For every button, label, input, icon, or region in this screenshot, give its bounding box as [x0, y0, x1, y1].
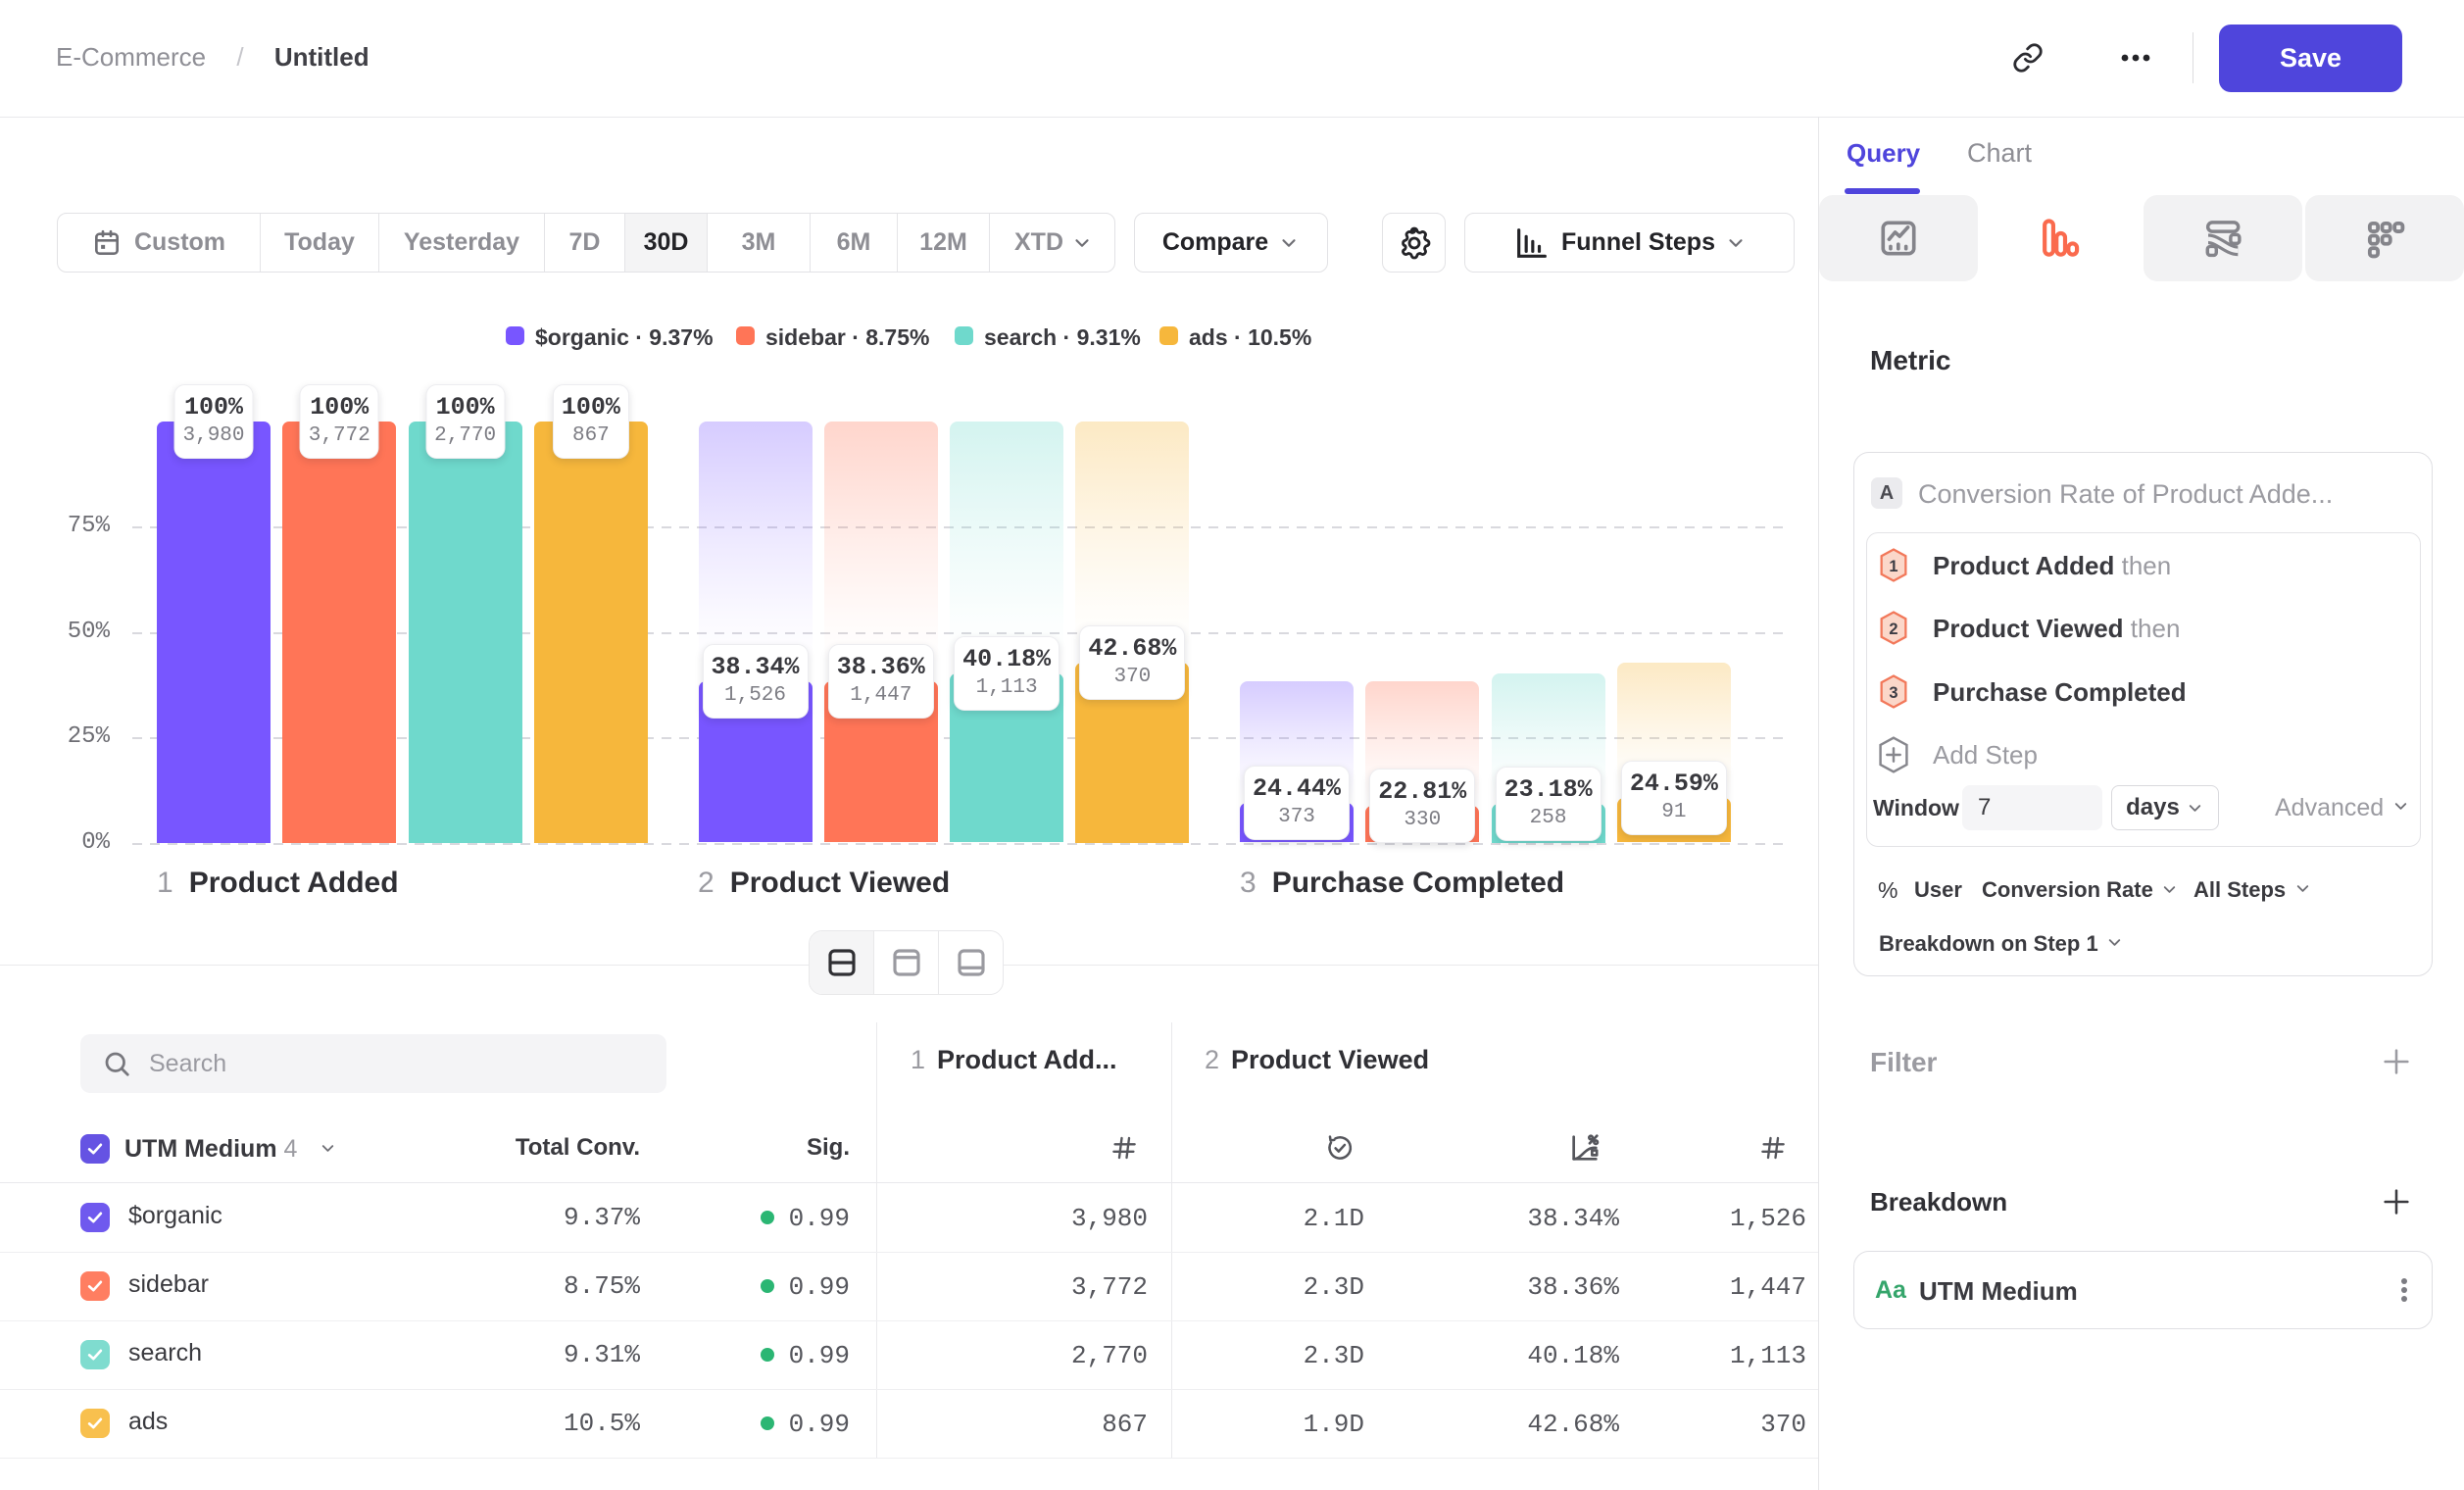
svg-text:1: 1	[1889, 558, 1897, 575]
svg-text:2: 2	[1889, 621, 1897, 638]
svg-text:3: 3	[1889, 684, 1897, 702]
